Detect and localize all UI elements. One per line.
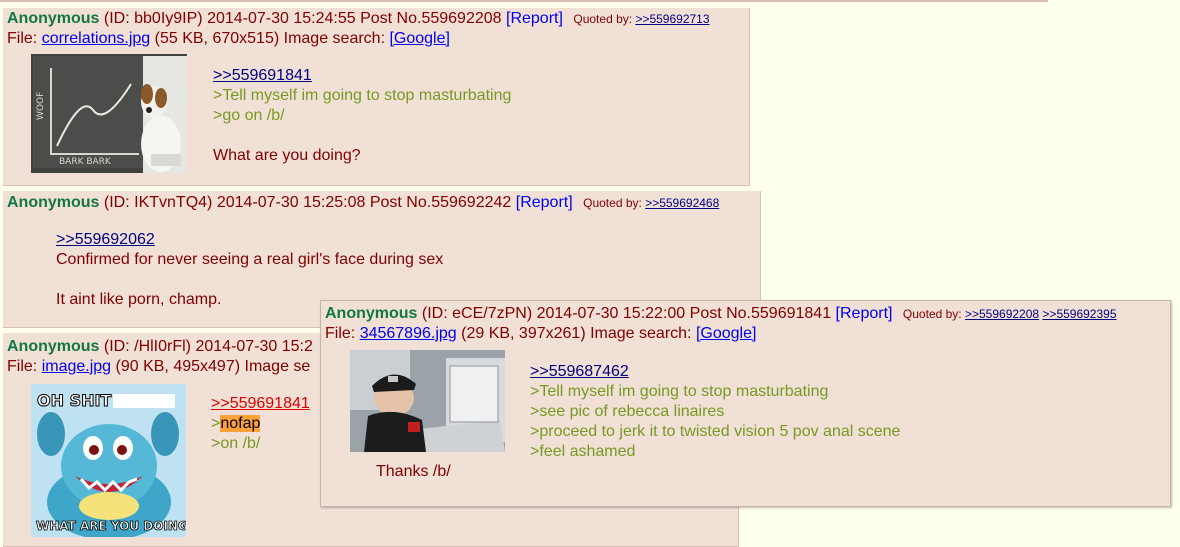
post-number[interactable]: Post No.559691841 [690,305,831,322]
backlink[interactable]: >>559692208 [965,307,1039,321]
quoted-by-label: Quoted by: [902,307,962,321]
image-search-label: Image search: [590,325,692,342]
post-thumbnail[interactable]: WOOF BARK BARK [31,54,187,173]
highlighted-text: nofap [220,415,261,432]
greentext-line: >on /b/ [211,435,261,452]
file-label: File: [7,358,38,375]
poster-name[interactable]: Anonymous [7,338,99,355]
image-search-label: Image search: [283,30,386,47]
file-info: File: correlations.jpg (55 KB, 670x515) … [7,29,450,49]
greentext-line: >proceed to jerk it to twisted vision 5 … [530,423,901,440]
post-number[interactable]: Post No.559692242 [370,194,511,211]
greentext-prefix: > [211,415,221,432]
greentext-line: >see pic of rebecca linaires [530,403,725,420]
poster-id[interactable]: (ID: /HlI0rFl) [104,338,191,355]
post-info: Anonymous (ID: bb0Iy9IP) 2014-07-30 15:2… [7,9,710,29]
poster-id[interactable]: (ID: eCE/7zPN) [422,305,532,322]
post-message: >>559687462 >Tell myself im going to sto… [530,362,900,462]
quote-preview-post: Anonymous (ID: eCE/7zPN) 2014-07-30 15:2… [320,300,1171,507]
file-label: File: [7,30,38,47]
poster-name[interactable]: Anonymous [7,194,99,211]
quote-link[interactable]: >>559691841 [211,395,310,412]
quoted-by: Quoted by: >>559692713 [573,12,709,26]
post-thumbnail[interactable] [350,350,505,452]
post-number[interactable]: Post No.559692208 [360,10,501,27]
message-footer: Thanks /b/ [376,463,451,480]
post-datetime: 2014-07-30 15:2 [195,338,313,355]
file-link[interactable]: image.jpg [42,358,111,375]
message-line: What are you doing? [213,147,361,164]
poster-name[interactable]: Anonymous [325,305,417,322]
post-datetime: 2014-07-30 15:25:08 [216,194,366,211]
image-search-label: Image se [244,358,311,375]
google-search-link[interactable]: [Google] [389,30,449,47]
greentext-line: >go on /b/ [213,107,285,124]
file-link[interactable]: 34567896.jpg [360,325,457,342]
quoted-by-label: Quoted by: [573,12,633,26]
post-message: >>559692062 Confirmed for never seeing a… [56,230,443,310]
graph-caption: BARK BARK [59,157,112,167]
google-search-link[interactable]: [Google] [696,325,756,342]
quote-link[interactable]: >>559691841 [213,67,312,84]
file-info: File: image.jpg (90 KB, 495x497) Image s… [7,357,310,377]
file-info: File: 34567896.jpg (29 KB, 397x261) Imag… [325,324,756,344]
post-info: Anonymous (ID: /HlI0rFl) 2014-07-30 15:2 [7,337,313,357]
greentext-line: >Tell myself im going to stop masturbati… [213,87,512,104]
poster-id[interactable]: (ID: bb0Iy9IP) [104,10,203,27]
poster-name[interactable]: Anonymous [7,10,99,27]
post-message: >>559691841 >nofap >on /b/ [211,394,310,454]
meme-bottom-text: WHAT ARE YOU DOING? [36,519,186,533]
post-datetime: 2014-07-30 15:22:00 [536,305,686,322]
thread-top-border [0,0,1048,2]
file-meta: (90 KB, 495x497) [115,358,241,375]
post-thumbnail[interactable]: OH SHIT WHAT ARE YOU DOING? [31,384,186,537]
post-message: >>559691841 >Tell myself im going to sto… [213,66,511,166]
file-meta: (29 KB, 397x261) [461,325,586,342]
file-link[interactable]: correlations.jpg [42,30,151,47]
post-info: Anonymous (ID: IKTvnTQ4) 2014-07-30 15:2… [7,193,719,213]
post-info: Anonymous (ID: eCE/7zPN) 2014-07-30 15:2… [325,304,1117,324]
backlink[interactable]: >>559692395 [1042,307,1116,321]
backlink[interactable]: >>559692468 [645,196,719,210]
quoted-by-label: Quoted by: [583,196,642,210]
backlink[interactable]: >>559692713 [635,12,709,26]
quoted-by: Quoted by: >>559692208 >>559692395 [903,307,1117,321]
greentext-line: >feel ashamed [530,443,636,460]
meme-top-text: OH SHIT [37,391,111,410]
report-link[interactable]: [Report] [836,305,893,322]
poster-id[interactable]: (ID: IKTvnTQ4) [104,194,212,211]
report-link[interactable]: [Report] [516,194,573,211]
post-datetime: 2014-07-30 15:24:55 [207,10,356,27]
quoted-by: Quoted by: >>559692468 [583,196,719,210]
message-line: Confirmed for never seeing a real girl's… [56,251,444,268]
greentext-line: >Tell myself im going to stop masturbati… [530,383,829,400]
file-label: File: [325,325,356,342]
report-link[interactable]: [Report] [506,10,563,27]
reply-post: Anonymous (ID: bb0Iy9IP) 2014-07-30 15:2… [3,8,750,186]
quote-link[interactable]: >>559687462 [530,363,629,380]
quote-link[interactable]: >>559692062 [56,231,155,248]
graph-axis-text: WOOF [36,92,46,120]
file-meta: (55 KB, 670x515) [154,30,280,47]
